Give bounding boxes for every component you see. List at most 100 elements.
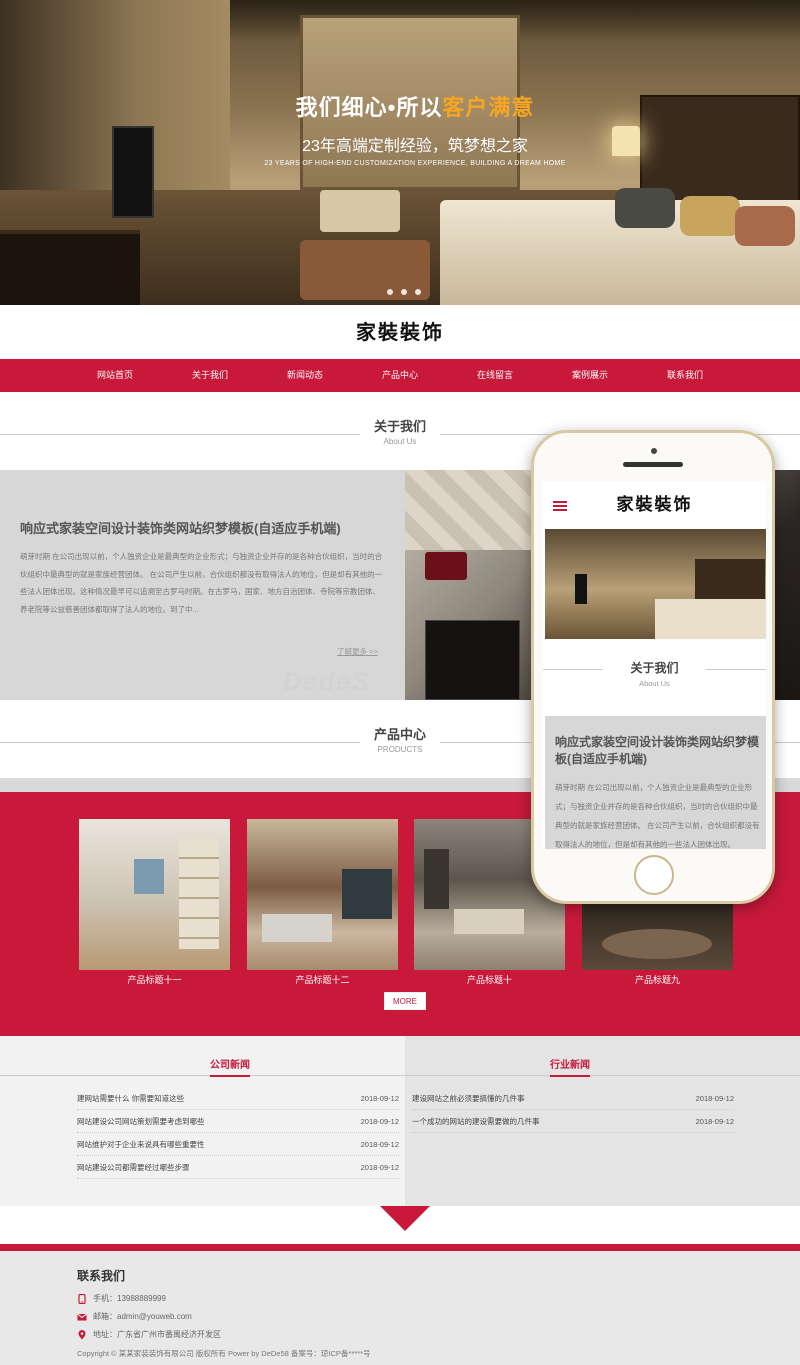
product-caption-2[interactable]: 产品标题十二: [247, 972, 398, 988]
mobile-about-body: 萌芽时期 在公司出现以前，个人独资企业是最典型的企业形式；与独资企业并存的是各种…: [555, 783, 760, 849]
footer-phone-row: 手机：13988889999: [77, 1293, 166, 1304]
news-title[interactable]: 网站建设公司网站策划需要考虑到哪些: [77, 1116, 205, 1127]
mobile-about-heading-en: About Us: [639, 679, 670, 688]
product-caption-1[interactable]: 产品标题十一: [79, 972, 230, 988]
news-title[interactable]: 一个成功的网站的建设需要做的几件事: [412, 1116, 540, 1127]
mobile-about-title: 响应式家装空间设计装饰类网站织梦模板(自适应手机端): [555, 735, 760, 766]
footer-top-bar: [0, 1244, 800, 1251]
news-title[interactable]: 建设网站之前必须要搞懂的几件事: [412, 1093, 525, 1104]
phone-speaker: [623, 462, 683, 467]
about-body: 萌芽时期 在公司出现以前，个人独资企业是最典型的企业形式；与独资企业并存的是各种…: [20, 552, 383, 614]
about-title: 响应式家装空间设计装饰类网站织梦模板(自适应手机端): [20, 521, 341, 536]
slide-dot-3[interactable]: [415, 289, 421, 295]
news-title[interactable]: 网站建设公司都需要经过哪些步骤: [77, 1162, 190, 1173]
footer-address-row: 地址：广东省广州市番禺经济开发区: [77, 1329, 221, 1340]
nav-item-message[interactable]: 在线留言: [448, 359, 543, 392]
footer-copyright: Copyright © 某某家装装饰有限公司 版权所有 Power by DeD…: [77, 1349, 371, 1358]
about-image-quilt: [405, 470, 535, 550]
mobile-logo[interactable]: 家裝裝饰: [543, 481, 766, 529]
footer-address: 地址：广东省广州市番禺经济开发区: [93, 1330, 221, 1339]
product-caption-4[interactable]: 产品标题九: [582, 972, 733, 988]
nav-item-products[interactable]: 产品中心: [353, 359, 448, 392]
products-more-button[interactable]: MORE: [384, 992, 426, 1010]
nav-item-contact[interactable]: 联系我们: [638, 359, 733, 392]
phone-home-button: [634, 855, 674, 895]
mobile-banner-headboard: [695, 559, 765, 604]
footer-phone[interactable]: 手机：13988889999: [93, 1293, 166, 1304]
news-date: 2018-09-12: [360, 1093, 399, 1103]
news-row[interactable]: 建设网站之前必须要搞懂的几件事 2018-09-12: [412, 1087, 734, 1110]
product-image-shelf: [179, 839, 219, 949]
news-row[interactable]: 网站建设公司都需要经过哪些步骤 2018-09-12: [77, 1156, 399, 1179]
slide-dot-1[interactable]: [387, 289, 393, 295]
news-row[interactable]: 网站建设公司网站策划需要考虑到哪些 2018-09-12: [77, 1110, 399, 1133]
product-caption-3[interactable]: 产品标题十: [414, 972, 565, 988]
company-news-panel: 公司新闻 建网站需要什么 你需要知道这些 2018-09-12 网站建设公司网站策…: [0, 1036, 405, 1206]
hero-banner: 我们细心•所以客户满意 23年高端定制经验，筑梦想之家 23 YEARS OF …: [0, 0, 800, 305]
hero-title-highlight: 客户满意: [442, 95, 535, 120]
product-image-window: [342, 869, 392, 919]
news-row[interactable]: 一个成功的网站的建设需要做的几件事 2018-09-12: [412, 1110, 734, 1133]
hero-subtitle: 23年高端定制经验，筑梦想之家: [302, 138, 528, 155]
tab-company-news[interactable]: 公司新闻: [210, 1056, 250, 1077]
product-image-sofa: [262, 914, 332, 942]
news-row[interactable]: 网站维护对于企业来说具有哪些重要性 2018-09-12: [77, 1133, 399, 1156]
nav-item-home[interactable]: 网站首页: [68, 359, 163, 392]
product-image-cabinet: [424, 849, 449, 909]
mobile-about-heading: 关于我们 About Us: [543, 659, 766, 688]
industry-news-panel: 行业新闻 建设网站之前必须要搞懂的几件事 2018-09-12 一个成功的网站的建…: [405, 1036, 800, 1206]
hero-text: 我们细心•所以客户满意 23年高端定制经验，筑梦想之家 23 YEARS OF …: [0, 90, 800, 167]
news-rule: [0, 1075, 405, 1076]
news-row[interactable]: 建网站需要什么 你需要知道这些 2018-09-12: [77, 1087, 399, 1110]
hero-desk: [0, 230, 140, 305]
product-image-rug: [602, 929, 712, 959]
hero-pillow: [735, 206, 795, 246]
menu-icon[interactable]: [553, 501, 567, 511]
about-image-lamp: [425, 552, 467, 580]
heading-rule: [0, 742, 360, 743]
news-date: 2018-09-12: [695, 1093, 734, 1103]
hero-title: 我们细心•所以客户满意: [30, 90, 800, 122]
site-logo[interactable]: 家裝裝饰: [356, 320, 444, 344]
hero-pillow: [680, 196, 740, 236]
hero-chair: [320, 190, 400, 232]
footer-email[interactable]: 邮箱：admin@youweb.com: [93, 1311, 192, 1322]
heading-rule: [0, 434, 360, 435]
heading-rule: [543, 669, 603, 670]
footer-email-row: 邮箱：admin@youweb.com: [77, 1311, 192, 1322]
heading-rule: [706, 669, 766, 670]
mail-icon: [77, 1313, 87, 1320]
hero-title-main: 我们细心•所以: [295, 95, 443, 120]
nav-item-about[interactable]: 关于我们: [163, 359, 258, 392]
news-date: 2018-09-12: [360, 1116, 399, 1126]
about-image-nightstand: [425, 620, 520, 700]
mobile-banner-tv: [575, 574, 587, 604]
footer-title: 联系我们: [77, 1269, 126, 1283]
hero-subtitle-en: 23 YEARS OF HIGH-END CUSTOMIZATION EXPER…: [264, 160, 566, 167]
phone-icon: [78, 1293, 86, 1304]
about-more-link[interactable]: 了解更多 >>: [337, 646, 378, 657]
news-rule: [405, 1075, 800, 1076]
section-divider-notch: [380, 1206, 430, 1231]
mobile-about-heading-title: 关于我们: [630, 661, 679, 675]
watermark: DedeS: [283, 668, 371, 696]
nav-item-cases[interactable]: 案例展示: [543, 359, 638, 392]
news-title[interactable]: 网站维护对于企业来说具有哪些重要性: [77, 1139, 205, 1150]
product-card-1[interactable]: [79, 819, 230, 970]
nav-item-news[interactable]: 新闻动态: [258, 359, 353, 392]
phone-camera: [651, 448, 657, 454]
product-card-2[interactable]: [247, 819, 398, 970]
slide-dot-2[interactable]: [401, 289, 407, 295]
footer: 联系我们 手机：13988889999 邮箱：admin@youweb.com …: [0, 1251, 800, 1365]
news-section: 公司新闻 建网站需要什么 你需要知道这些 2018-09-12 网站建设公司网站策…: [0, 1036, 800, 1206]
product-image-table: [454, 909, 524, 934]
news-title[interactable]: 建网站需要什么 你需要知道这些: [77, 1093, 184, 1104]
product-image-window: [134, 859, 164, 894]
main-nav: 网站首页 关于我们 新闻动态 产品中心 在线留言 案例展示 联系我们: [0, 359, 800, 392]
mobile-banner-bed: [655, 599, 766, 639]
tab-industry-news[interactable]: 行业新闻: [550, 1056, 590, 1077]
news-date: 2018-09-12: [360, 1162, 399, 1172]
news-date: 2018-09-12: [360, 1139, 399, 1149]
mobile-about-section: 响应式家装空间设计装饰类网站织梦模板(自适应手机端) 萌芽时期 在公司出现以前，…: [545, 716, 766, 849]
phone-mockup: 家裝裝饰 关于我们 About Us 响应式家装空间设计装饰类网站织梦模板(自适…: [531, 430, 775, 904]
